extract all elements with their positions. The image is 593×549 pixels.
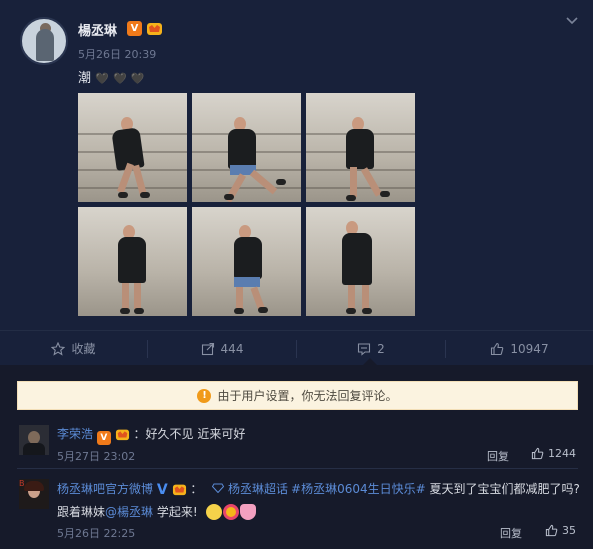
black-heart-icon: 🖤 — [130, 72, 145, 85]
comment-text-prefix: 跟着琳妹 — [57, 505, 106, 519]
verified-badge-icon: V — [127, 21, 142, 36]
favorite-button[interactable]: 收藏 — [0, 331, 147, 366]
post-photo-3[interactable] — [306, 93, 415, 202]
comment-text-suffix: 学起来! — [156, 505, 198, 519]
post-content: 潮 🖤 🖤 🖤 — [78, 67, 145, 86]
star-icon — [51, 341, 66, 356]
black-heart-icon: 🖤 — [113, 72, 127, 85]
post-photo-1[interactable] — [78, 93, 187, 202]
chevron-down-icon[interactable] — [565, 14, 579, 28]
diamond-icon — [212, 483, 225, 494]
post-photo-4[interactable] — [78, 207, 187, 316]
reply-button[interactable]: 回复 — [487, 448, 509, 464]
comment-time: 5月27日 23:02 — [57, 450, 136, 463]
author-name[interactable]: 楊丞琳 — [78, 20, 117, 39]
post-timestamp[interactable]: 5月26日 20:39 — [78, 46, 156, 62]
reply-button[interactable]: 回复 — [500, 525, 522, 541]
commenter-name: 杨丞琳吧官方微博 V ： 杨丞琳超话 #杨丞琳0604生日快乐# 夏天到了宝宝们都… — [57, 480, 580, 498]
comment-like-button[interactable]: 35 — [545, 524, 576, 537]
repost-button[interactable]: 444 — [148, 331, 296, 366]
thumbs-up-icon — [491, 342, 504, 355]
commenter-avatar[interactable]: B — [19, 479, 49, 509]
commenter-name: 李荣浩 V ：好久不见 近来可好 — [57, 425, 245, 445]
comment-like-count: 35 — [562, 524, 576, 537]
thumbs-up-icon — [531, 447, 544, 460]
member-crown-icon — [147, 23, 162, 35]
post-text: 潮 — [78, 71, 92, 86]
comment-pointer-arrow — [363, 358, 377, 365]
comment-text: 好久不见 近来可好 — [145, 427, 246, 441]
commenter-avatar[interactable] — [19, 425, 49, 455]
blue-verified-icon: V — [156, 482, 168, 498]
comment-separator: ： — [190, 482, 203, 496]
heart-eyes-emoji-icon — [222, 504, 239, 520]
repost-count: 444 — [220, 341, 244, 356]
notice-text: 由于用户设置，你无法回复评论。 — [217, 389, 398, 403]
comment-separator: ： — [133, 427, 146, 441]
super-topic-text: 杨丞琳超话 — [228, 482, 289, 496]
hashtag-link[interactable]: #杨丞琳0604生日快乐# — [291, 482, 426, 496]
heart-emojis: 🖤 🖤 🖤 — [95, 71, 144, 86]
comment-icon — [358, 342, 371, 356]
weibo-post-card: 楊丞琳 V 5月26日 20:39 潮 🖤 🖤 🖤 收藏 444 2 10947 — [0, 0, 593, 365]
comment-text-line2: 跟着琳妹@楊丞琳 学起来! — [57, 503, 257, 520]
member-crown-icon — [172, 484, 186, 496]
smile-emoji-icon — [205, 504, 222, 520]
post-photo-5[interactable] — [192, 207, 301, 316]
super-topic-link[interactable]: 杨丞琳超话 — [212, 482, 288, 496]
thumbs-up-icon — [545, 524, 558, 537]
pink-heart-emoji-icon — [239, 504, 256, 520]
verified-badge-icon: V — [96, 431, 111, 445]
post-action-bar: 收藏 444 2 10947 — [0, 330, 593, 365]
favorite-label: 收藏 — [71, 342, 96, 356]
like-button[interactable]: 10947 — [446, 331, 593, 366]
post-photo-6[interactable] — [306, 207, 415, 316]
like-count: 10947 — [510, 341, 549, 356]
reply-restricted-notice: ! 由于用户设置，你无法回复评论。 — [17, 381, 578, 410]
warning-icon: ! — [197, 388, 212, 403]
post-photo-2[interactable] — [192, 93, 301, 202]
mention-link[interactable]: @楊丞琳 — [105, 505, 153, 519]
comment-like-button[interactable]: 1244 — [531, 447, 576, 460]
repost-icon — [201, 342, 214, 355]
commenter-name-link[interactable]: 杨丞琳吧官方微博 — [57, 482, 153, 496]
comment-divider — [17, 468, 578, 469]
comment-text: 夏天到了宝宝们都减肥了吗? — [429, 482, 580, 496]
author-avatar[interactable] — [20, 17, 68, 65]
comment-like-count: 1244 — [548, 447, 576, 460]
black-heart-icon: 🖤 — [95, 72, 109, 85]
comment-time: 5月26日 22:25 — [57, 527, 136, 540]
member-crown-icon — [115, 429, 129, 441]
comment-count: 2 — [377, 341, 385, 356]
commenter-name-link[interactable]: 李荣浩 — [57, 427, 93, 441]
